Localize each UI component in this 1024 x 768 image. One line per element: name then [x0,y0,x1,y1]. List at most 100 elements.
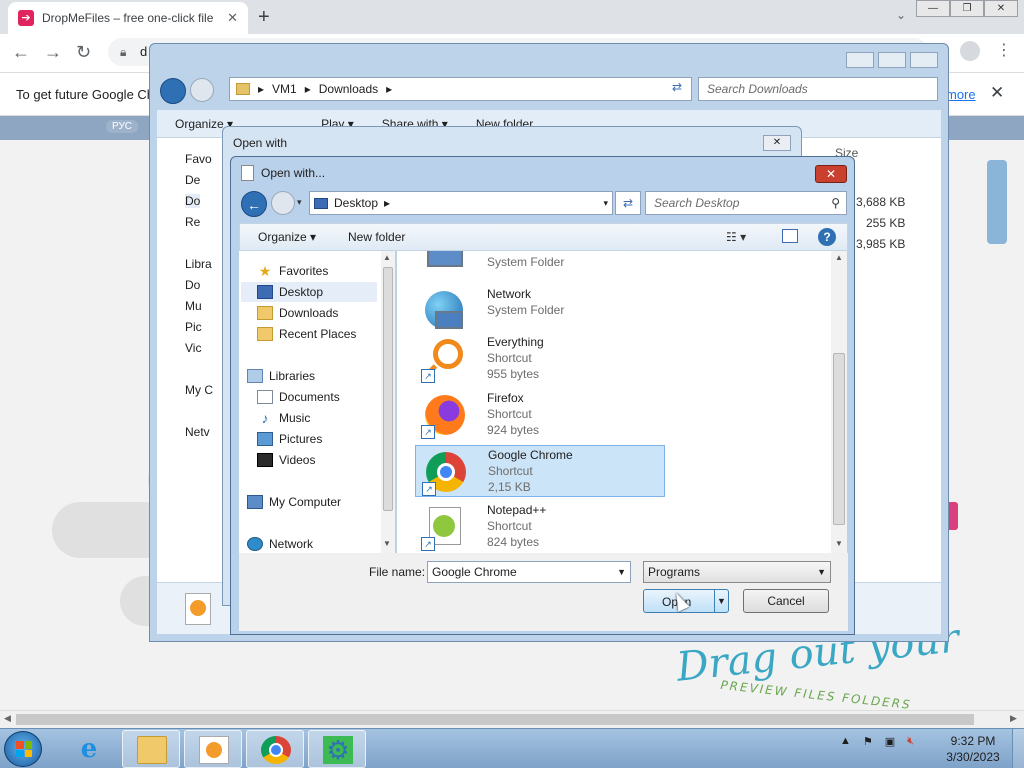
restore-button[interactable]: ❐ [950,0,984,17]
forward-icon[interactable] [271,191,295,215]
file-list-scrollbar[interactable]: ▲ ▼ [831,251,847,553]
nav-documents[interactable]: Documents [257,387,340,407]
nav-music[interactable]: ♪ Music [257,408,311,428]
preview-pane-icon[interactable] [782,229,798,243]
language-logo[interactable]: РУС [106,120,139,133]
dialog-address-bar[interactable]: Desktop ▸ ▾ [309,191,613,215]
new-tab-button[interactable]: + [258,6,270,29]
nav-scrollbar[interactable]: ▲ ▼ [381,251,395,553]
breadcrumb-item[interactable]: VM1 [272,82,297,96]
show-desktop-button[interactable] [1012,729,1024,768]
file-name-input[interactable]: Google Chrome ▼ [427,561,631,583]
file-list-scroll-thumb[interactable] [833,353,845,525]
scroll-down-icon[interactable]: ▼ [383,539,391,548]
nav-scroll-thumb[interactable] [383,267,393,511]
explorer-refresh-icon[interactable]: ⇄ [672,80,682,94]
dialog-search-input[interactable]: Search Desktop ⚲ [645,191,847,215]
tab-close-icon[interactable]: ✕ [227,10,238,26]
minimize-button[interactable]: — [916,0,950,17]
explorer-nav-item[interactable]: Libra [185,257,212,271]
refresh-icon[interactable]: ⇄ [615,191,641,215]
system-clock[interactable]: 9:32 PM 3/30/2023 [944,733,1002,765]
explorer-nav-item[interactable]: Vic [185,341,201,355]
nav-libraries[interactable]: Libraries [247,366,315,386]
list-item[interactable]: ↗ Everything Shortcut 955 bytes [415,333,665,385]
explorer-back-icon[interactable] [160,78,186,104]
profile-avatar-icon[interactable] [960,41,980,61]
taskbar-settings-app[interactable]: ⚙ [308,730,366,768]
list-item[interactable]: System Folder [415,251,665,289]
nav-my-computer[interactable]: My Computer [247,492,341,512]
infobar-close-icon[interactable]: ✕ [990,83,1004,103]
filter-dropdown-icon[interactable]: ▼ [817,562,826,582]
kebab-menu-icon[interactable]: ⋮ [996,40,1012,60]
show-hidden-icons-icon[interactable]: ▲ [840,735,851,748]
new-folder-button[interactable]: New folder [348,230,405,244]
organize-menu[interactable]: Organize ▾ [258,230,316,244]
reload-icon[interactable]: ↻ [76,42,91,63]
scroll-up-icon[interactable]: ▲ [383,253,391,262]
nav-downloads[interactable]: Downloads [257,303,338,323]
volume-muted-icon[interactable]: 🔇︎ [907,735,914,748]
address-breadcrumb[interactable]: Desktop [334,196,378,210]
nav-videos[interactable]: Videos [257,450,315,470]
nav-desktop[interactable]: Desktop [241,282,377,302]
explorer-nav-item[interactable]: My C [185,383,213,397]
explorer-nav-item[interactable]: Re [185,215,200,229]
list-item[interactable]: ↗ Notepad++ Shortcut 824 bytes [415,501,665,553]
list-item[interactable]: ↗ Firefox Shortcut 924 bytes [415,389,665,441]
back-arrow-icon[interactable]: ← [12,42,30,63]
explorer-nav-item[interactable]: Pic [185,320,202,334]
close-window-button[interactable]: ✕ [984,0,1018,17]
explorer-nav-item[interactable]: Mu [185,299,202,313]
explorer-close-button[interactable] [910,52,938,68]
like-button[interactable] [987,160,1007,244]
list-item[interactable]: ↗ Google Chrome Shortcut 2,15 KB [415,445,665,497]
file-type-filter[interactable]: Programs ▼ [643,561,831,583]
browser-tab[interactable]: ➔ DropMeFiles – free one-click file ✕ [8,2,248,34]
horizontal-scrollbar[interactable]: ◀ ▶ [0,710,1024,728]
scroll-thumb[interactable] [16,714,974,725]
explorer-nav-item[interactable]: Netv [185,425,210,439]
explorer-search-input[interactable]: Search Downloads [698,77,938,101]
scroll-down-icon[interactable]: ▼ [835,539,843,548]
start-button[interactable] [4,731,42,767]
taskbar-internet-explorer[interactable]: e [60,730,118,768]
scroll-up-icon[interactable]: ▲ [835,253,843,262]
taskbar-explorer[interactable] [122,730,180,768]
taskbar-chrome[interactable] [246,730,304,768]
explorer-nav-item[interactable]: Do [185,194,201,208]
scroll-right-icon[interactable]: ▶ [1010,713,1017,724]
explorer-address-bar[interactable]: ▸ VM1 ▸ Downloads ▸ [229,77,692,101]
scroll-left-icon[interactable]: ◀ [4,713,11,724]
file-name-dropdown-icon[interactable]: ▼ [617,562,626,582]
forward-arrow-icon[interactable]: → [44,42,62,63]
explorer-nav-item[interactable]: Favo [185,152,212,166]
lock-icon[interactable]: 🔒︎ [120,38,126,66]
explorer-maximize-button[interactable] [878,52,906,68]
search-icon[interactable]: ⚲ [831,192,840,214]
explorer-forward-icon[interactable] [190,78,214,102]
history-dropdown-icon[interactable]: ▾ [297,197,302,208]
back-icon[interactable]: ← [241,191,267,217]
explorer-nav-item[interactable]: De [185,173,200,187]
infobar-learn-more-link[interactable]: more [946,87,976,102]
list-item[interactable]: Network System Folder [415,285,665,337]
open-with-close-button[interactable]: ✕ [763,135,791,151]
taskbar-media-player[interactable] [184,730,242,768]
explorer-nav-item[interactable]: Do [185,278,200,292]
nav-favorites[interactable]: ★ Favorites [257,261,329,281]
nav-network[interactable]: Network [247,534,313,554]
dialog-close-button[interactable]: ✕ [815,165,847,183]
nav-recent-places[interactable]: Recent Places [257,324,356,344]
breadcrumb-item[interactable]: Downloads [319,82,378,96]
address-dropdown-icon[interactable]: ▾ [603,198,608,209]
open-split-dropdown-icon[interactable]: ▼ [714,590,728,612]
explorer-minimize-button[interactable] [846,52,874,68]
tab-search-icon[interactable]: ⌄ [896,8,906,22]
network-icon[interactable]: ▣ [885,735,895,748]
cancel-button[interactable]: Cancel [743,589,829,613]
action-center-flag-icon[interactable]: ⚑ [863,735,873,748]
help-icon[interactable]: ? [818,228,836,246]
nav-pictures[interactable]: Pictures [257,429,322,449]
